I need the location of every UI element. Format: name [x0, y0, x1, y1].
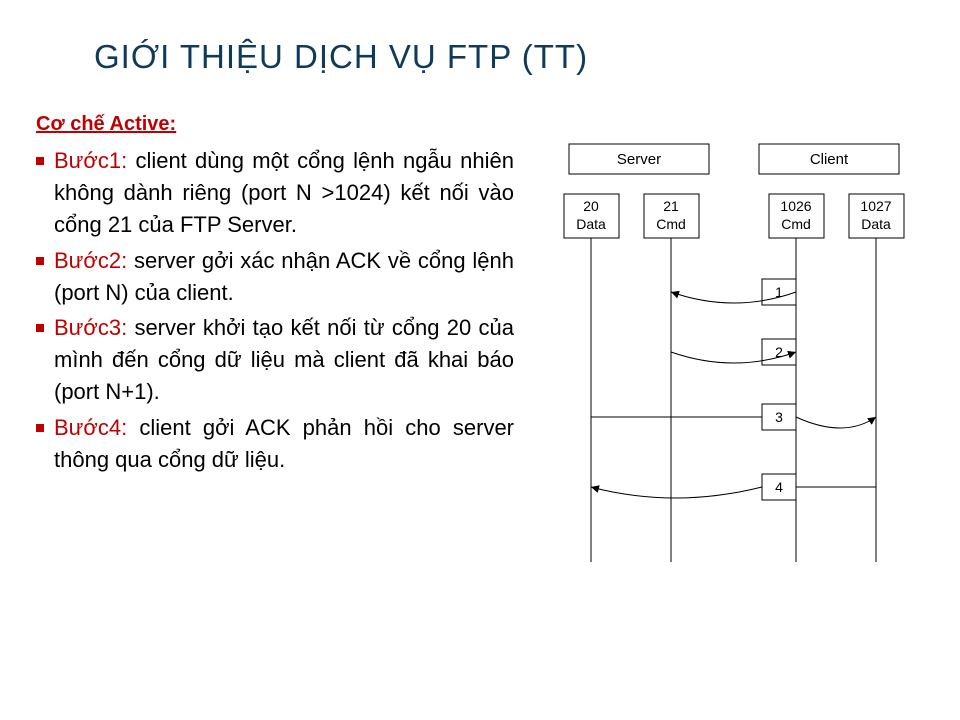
- section-heading: Cơ chế Active:: [36, 110, 514, 139]
- port-21-role: Cmd: [656, 216, 686, 232]
- step-1: Bước1: client dùng một cổng lệnh ngẫu nh…: [36, 145, 514, 241]
- step-2: Bước2: server gởi xác nhận ACK về cổng l…: [36, 245, 514, 309]
- content-row: Cơ chế Active: Bước1: client dùng một cổ…: [36, 110, 924, 579]
- port-21-num: 21: [663, 198, 679, 214]
- server-label: Server: [617, 151, 661, 168]
- port-1027-role: Data: [861, 216, 891, 232]
- client-label: Client: [810, 151, 849, 168]
- step-3-label: Bước3:: [54, 315, 127, 340]
- port-1027-num: 1027: [860, 198, 891, 214]
- step-1-label: Bước1:: [54, 148, 127, 173]
- msg-3: 3: [775, 409, 783, 425]
- port-1026-num: 1026: [780, 198, 811, 214]
- step-4-label: Bước4:: [54, 415, 127, 440]
- msg-4: 4: [775, 479, 783, 495]
- slide: GIỚI THIỆU DỊCH VỤ FTP (TT) Cơ chế Activ…: [0, 0, 960, 720]
- port-1026-role: Cmd: [781, 216, 811, 232]
- step-2-label: Bước2:: [54, 248, 127, 273]
- step-3: Bước3: server khởi tạo kết nối từ cổng 2…: [36, 312, 514, 408]
- page-title: GIỚI THIỆU DỊCH VỤ FTP (TT): [94, 38, 924, 76]
- ftp-sequence-diagram: Server Client 20 Data 21 Cmd 1026 Cmd 10…: [544, 134, 924, 574]
- port-20-num: 20: [583, 198, 599, 214]
- port-20-role: Data: [576, 216, 606, 232]
- text-column: Cơ chế Active: Bước1: client dùng một cổ…: [36, 110, 514, 480]
- diagram-column: Server Client 20 Data 21 Cmd 1026 Cmd 10…: [514, 110, 954, 579]
- step-4: Bước4: client gởi ACK phản hồi cho serve…: [36, 412, 514, 476]
